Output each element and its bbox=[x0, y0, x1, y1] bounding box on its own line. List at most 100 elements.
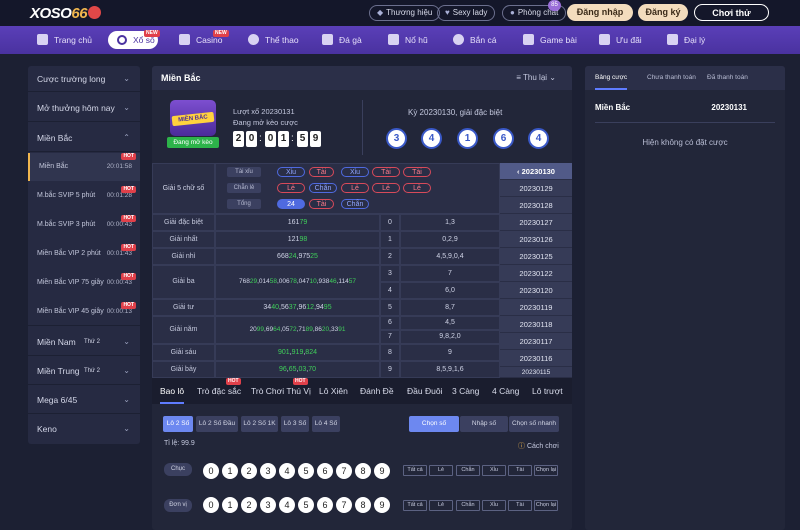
quick-all[interactable]: Tất cả bbox=[403, 465, 427, 476]
digit-ball[interactable]: 4 bbox=[279, 463, 295, 479]
sidebar-item-mien-nam[interactable]: Miền Nam Thứ 2 ⌄ bbox=[28, 328, 140, 356]
sidebar-sub-vip2[interactable]: Miền Bắc VIP 2 phút 00:01:43 HOT bbox=[28, 240, 140, 268]
date-item-active[interactable]: ‹ 20230130 bbox=[500, 163, 572, 180]
digit-ball[interactable]: 8 bbox=[355, 463, 371, 479]
tab-4-cang[interactable]: 4 Càng bbox=[492, 378, 519, 404]
quick-odd[interactable]: Lẻ bbox=[429, 465, 453, 476]
digit-ball[interactable]: 5 bbox=[298, 463, 314, 479]
digit-ball[interactable]: 9 bbox=[374, 463, 390, 479]
login-button[interactable]: Đăng nhập bbox=[567, 4, 633, 21]
prize-label: Giải nhất bbox=[152, 231, 215, 248]
sidebar-item-today[interactable]: Mở thưởng hôm nay ⌄ bbox=[28, 94, 140, 122]
nav-fishing[interactable]: Bắn cá bbox=[453, 26, 496, 54]
date-item[interactable]: 20230127 bbox=[500, 214, 572, 231]
digit-ball[interactable]: 5 bbox=[298, 497, 314, 513]
digit-ball[interactable]: 8 bbox=[355, 497, 371, 513]
sub-lo-2-so-1k[interactable]: Lô 2 Số 1K bbox=[241, 416, 278, 432]
day-select[interactable]: Thứ 2 bbox=[84, 357, 100, 385]
sidebar-item-mien-trung[interactable]: Miền Trung Thứ 2 ⌄ bbox=[28, 357, 140, 385]
nav-home[interactable]: Trang chủ bbox=[37, 26, 92, 54]
date-item[interactable]: 20230126 bbox=[500, 231, 572, 248]
sexy-lady-button[interactable]: ♥ Sexy lady bbox=[437, 5, 496, 21]
prize-digits: ,33 bbox=[329, 326, 339, 333]
sidebar-item-keno[interactable]: Keno ⌄ bbox=[28, 415, 140, 443]
date-item[interactable]: 20230117 bbox=[500, 333, 572, 350]
sidebar-item-mien-bac[interactable]: Miền Bắc ⌃ bbox=[28, 124, 140, 152]
digit-ball[interactable]: 0 bbox=[203, 463, 219, 479]
quick-big[interactable]: Tài bbox=[508, 465, 532, 476]
sidebar-sub-svip3[interactable]: M.bắc SVIP 3 phút 00:00:43 HOT bbox=[28, 211, 140, 239]
digit-ball[interactable]: 9 bbox=[374, 497, 390, 513]
mode-choose[interactable]: Chọn số bbox=[409, 416, 459, 432]
register-button[interactable]: Đăng ký bbox=[638, 4, 688, 21]
day-select[interactable]: Thứ 2 bbox=[84, 328, 100, 356]
date-item[interactable]: 20230116 bbox=[500, 350, 572, 367]
sidebar-item-mega[interactable]: Mega 6/45 ⌄ bbox=[28, 386, 140, 414]
digit-ball[interactable]: 2 bbox=[241, 497, 257, 513]
tab-lo-truot[interactable]: Lô trượt bbox=[532, 378, 563, 404]
sub-lo-4-so[interactable]: Lô 4 Số bbox=[312, 416, 340, 432]
sub-lo-2-so-dau[interactable]: Lô 2 Số Đầu bbox=[196, 416, 238, 432]
nav-cards[interactable]: Game bài bbox=[523, 26, 577, 54]
digit-ball[interactable]: 7 bbox=[336, 497, 352, 513]
digit-ball[interactable]: 6 bbox=[317, 463, 333, 479]
date-item[interactable]: 20230119 bbox=[500, 299, 572, 316]
digit-ball[interactable]: 1 bbox=[222, 463, 238, 479]
sidebar-sub-mien-bac[interactable]: Miền Bắc 20:01:58 HOT bbox=[28, 153, 140, 181]
digit-ball[interactable]: 7 bbox=[336, 463, 352, 479]
mode-quick[interactable]: Chọn số nhanh bbox=[509, 416, 559, 432]
tab-bao-lo[interactable]: Bao lô bbox=[160, 378, 185, 404]
nav-sports[interactable]: Thể thao bbox=[248, 26, 299, 54]
sidebar-sub-svip5[interactable]: M.bắc SVIP 5 phút 00:01:28 HOT bbox=[28, 182, 140, 210]
casino-new-badge: NEW bbox=[213, 30, 229, 37]
tab-3-cang[interactable]: 3 Càng bbox=[452, 378, 479, 404]
tab-lo-xien[interactable]: Lô Xiên bbox=[319, 378, 348, 404]
quick-small[interactable]: Xỉu bbox=[482, 500, 506, 511]
date-item[interactable]: 20230129 bbox=[500, 180, 572, 197]
sidebar-item-long-bet[interactable]: Cược trường long ⌄ bbox=[28, 66, 140, 92]
mode-input[interactable]: Nhập số bbox=[460, 416, 508, 432]
digit-ball[interactable]: 1 bbox=[222, 497, 238, 513]
quick-even[interactable]: Chẵn bbox=[456, 465, 480, 476]
stat-pill: Tài bbox=[372, 167, 400, 177]
nav-cockfight[interactable]: Đá gà bbox=[322, 26, 362, 54]
date-item[interactable]: 20230118 bbox=[500, 316, 572, 333]
nav-promo[interactable]: Ưu đãi bbox=[599, 26, 642, 54]
tab-bet-slip[interactable]: Bảng cược bbox=[595, 66, 628, 90]
tab-danh-de[interactable]: Đánh Đề bbox=[360, 378, 394, 404]
digit-ball[interactable]: 2 bbox=[241, 463, 257, 479]
tab-unpaid[interactable]: Chưa thanh toán bbox=[647, 66, 696, 90]
sub-lo-3-so[interactable]: Lô 3 Số bbox=[281, 416, 309, 432]
quick-big[interactable]: Tài bbox=[508, 500, 532, 511]
quick-reset[interactable]: Chọn lại bbox=[534, 500, 558, 511]
digit-ball[interactable]: 3 bbox=[260, 497, 276, 513]
brand-button[interactable]: ◆ Thương hiệu bbox=[369, 5, 441, 21]
hot-badge: HOT bbox=[293, 378, 308, 385]
sidebar-sub-vip45[interactable]: Miền Bắc VIP 45 giây 00:00:13 HOT bbox=[28, 298, 140, 326]
date-item[interactable]: 20230115 bbox=[500, 367, 572, 378]
digit-ball[interactable]: 6 bbox=[317, 497, 333, 513]
date-item[interactable]: 20230120 bbox=[500, 282, 572, 299]
quick-small[interactable]: Xỉu bbox=[482, 465, 506, 476]
logo[interactable]: XOSO66 bbox=[30, 5, 102, 22]
try-button[interactable]: Chơi thử bbox=[694, 4, 769, 21]
quick-odd[interactable]: Lẻ bbox=[429, 500, 453, 511]
sub-lo-2-so[interactable]: Lô 2 Số bbox=[163, 416, 193, 432]
collapse-button[interactable]: ≡ Thu lại ⌄ bbox=[516, 66, 556, 90]
nav-slots[interactable]: Nổ hũ bbox=[388, 26, 428, 54]
quick-even[interactable]: Chẵn bbox=[456, 500, 480, 511]
tab-paid[interactable]: Đã thanh toán bbox=[707, 66, 748, 90]
date-item[interactable]: 20230125 bbox=[500, 248, 572, 265]
quick-reset[interactable]: Chọn lại bbox=[534, 465, 558, 476]
date-item[interactable]: 20230122 bbox=[500, 265, 572, 282]
how-to-play[interactable]: ⓘ Cách chơi bbox=[518, 441, 559, 451]
digit-ball[interactable]: 0 bbox=[203, 497, 219, 513]
nav-agent[interactable]: Đại lý bbox=[667, 26, 705, 54]
digit-ball[interactable]: 4 bbox=[279, 497, 295, 513]
digit-ball[interactable]: 3 bbox=[260, 463, 276, 479]
date-item[interactable]: 20230128 bbox=[500, 197, 572, 214]
sidebar-sub-vip75[interactable]: Miền Bắc VIP 75 giây 00:00:43 HOT bbox=[28, 269, 140, 297]
tab-dau-duoi[interactable]: Đầu Đuôi bbox=[407, 378, 442, 404]
sidebar-item-label: Mega 6/45 bbox=[37, 395, 78, 405]
quick-all[interactable]: Tất cả bbox=[403, 500, 427, 511]
